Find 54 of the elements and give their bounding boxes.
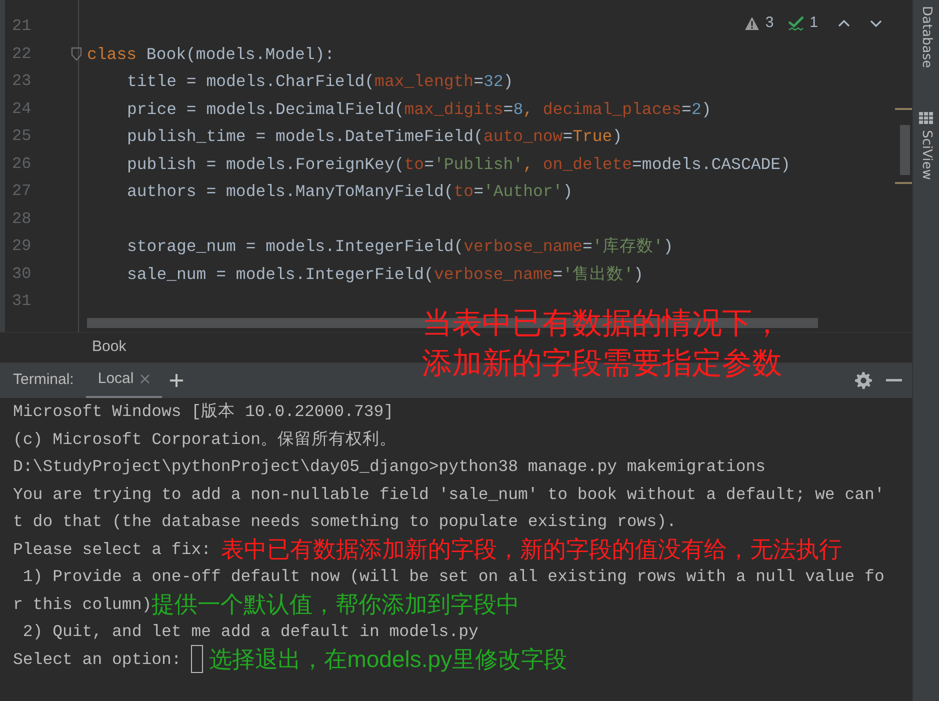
panel-title: Terminal: xyxy=(13,370,74,390)
code-line: publish = models.ForeignKey(to='Publish', on_delete=models.CASCADE) xyxy=(127,154,790,176)
terminal-line: t do that (the database needs something to populate existing rows). xyxy=(13,511,676,533)
line-number: 30 xyxy=(12,264,32,284)
code-line: storage_num = models.IntegerField(verbose_name='库存数') xyxy=(127,236,674,258)
code-line: class Book(models.Model): xyxy=(87,44,335,66)
line-number: 24 xyxy=(12,98,32,120)
scroll-marker xyxy=(895,182,912,184)
text-cursor xyxy=(191,645,204,674)
annotation-text: 表中已有数据添加新的字段，新的字段的值没有给，无法执行 xyxy=(220,536,842,563)
code-line: authors = models.ManyToManyField(to='Author') xyxy=(127,181,573,203)
line-number: 26 xyxy=(12,154,32,174)
plus-icon[interactable] xyxy=(170,374,183,387)
line-number: 22 xyxy=(12,44,32,64)
annotation-text: 添加新的字段需要指定参数 xyxy=(422,346,782,382)
terminal-line: You are trying to add a non-nullable field 'sale_num' to book without a default; we can' xyxy=(13,484,884,506)
line-number: 23 xyxy=(12,71,32,92)
close-icon[interactable] xyxy=(140,374,150,384)
breadcrumb-item[interactable]: Book xyxy=(92,336,126,359)
minimize-icon[interactable] xyxy=(886,379,902,382)
chevron-down-icon[interactable] xyxy=(870,18,882,28)
annotation-text: 提供一个默认值，帮你添加到字段中 xyxy=(152,590,520,618)
terminal-line: 1) Provide a one-off default now (will be set on all existing rows with a null value fo xyxy=(22,566,884,588)
check-icon[interactable] xyxy=(788,16,804,31)
line-number: 27 xyxy=(12,181,32,202)
line-number: 25 xyxy=(12,126,32,147)
code-line: sale_num = models.IntegerField(verbose_name='售出数') xyxy=(127,264,644,286)
terminal-line: 2) Quit, and let me add a default in models.py xyxy=(22,621,478,643)
warning-count: 3 xyxy=(765,13,774,33)
code-line: publish_time = models.DateTimeField(auto_now=True) xyxy=(127,126,622,148)
code-line: price = models.DecimalField(max_digits=8, decimal_places=2) xyxy=(127,98,712,120)
line-number: 21 xyxy=(12,16,32,37)
terminal-line: Microsoft Windows [版本 10.0.22000.739] xyxy=(13,401,394,423)
scroll-marker xyxy=(895,108,912,110)
terminal-line: D:\StudyProject\pythonProject\day05_django>python38 manage.py makemigrations xyxy=(13,456,766,478)
vertical-scrollbar[interactable] xyxy=(900,125,910,175)
terminal-line: Please select a fix: xyxy=(13,538,212,560)
tool-window-tab[interactable]: SciView xyxy=(916,130,936,180)
line-number: 28 xyxy=(12,208,32,230)
chevron-up-icon[interactable] xyxy=(838,18,850,28)
line-number: 31 xyxy=(12,291,32,312)
grid-icon[interactable] xyxy=(919,112,933,124)
terminal-line: (c) Microsoft Corporation。保留所有权利。 xyxy=(13,428,397,450)
fold-icon[interactable] xyxy=(71,46,82,60)
terminal-line: r this column) xyxy=(13,594,152,614)
settings-icon[interactable] xyxy=(855,372,872,389)
terminal-line: Select an option: xyxy=(13,648,182,670)
line-number: 29 xyxy=(12,236,32,257)
check-count: 1 xyxy=(810,13,818,33)
annotation-text: 当表中已有数据的情况下， xyxy=(422,306,782,342)
tool-window-tab[interactable]: Database xyxy=(916,6,936,68)
warning-icon[interactable] xyxy=(745,16,760,30)
annotation-text: 选择退出，在models.py里修改字段 xyxy=(209,646,568,673)
code-line: title = models.CharField(max_length=32) xyxy=(127,71,514,93)
